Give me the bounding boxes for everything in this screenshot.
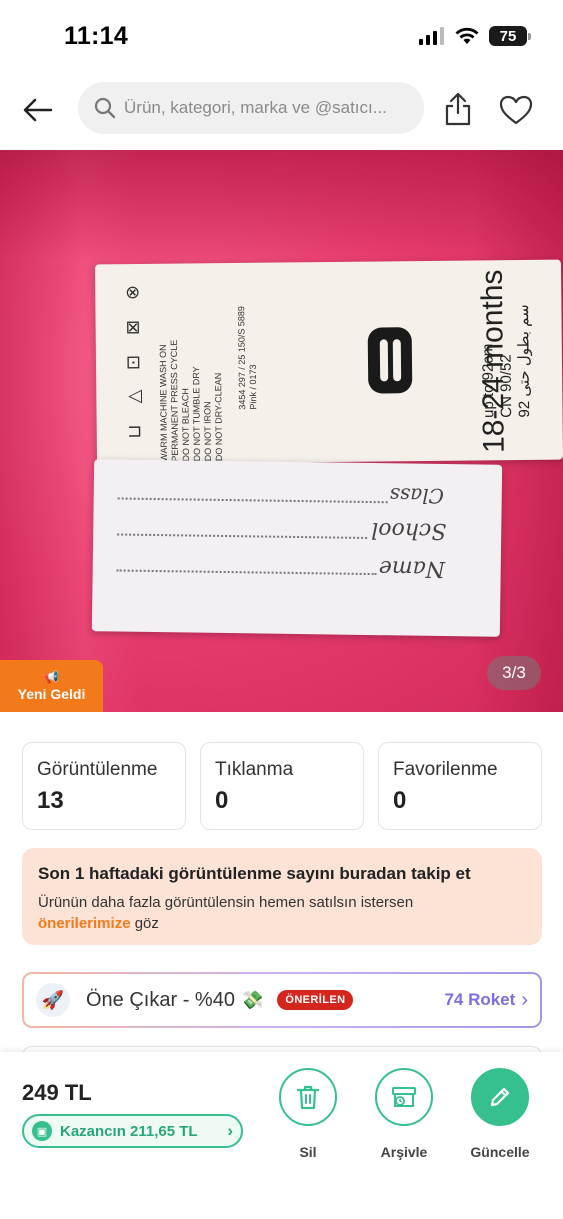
image-page-indicator: 3/3 (487, 656, 541, 690)
stat-card-favorites: Favorilenme 0 (378, 742, 542, 830)
stats-row: Görüntülenme 13 Tıklanma 0 Favorilenme 0 (22, 742, 542, 830)
promote-button[interactable]: 🚀 Öne Çıkar - %40 💸 ÖNERİLEN 74 Roket › (22, 972, 542, 1028)
update-label: Güncelle (470, 1144, 530, 1160)
name-field-label: Name (378, 555, 446, 582)
cellular-signal-icon (419, 27, 444, 45)
brand-logo (367, 327, 413, 394)
product-price: 249 TL (22, 1080, 92, 1105)
care-code: Pink / 0173 (247, 364, 259, 410)
earnings-pill[interactable]: ▣ Kazancın 211,65 TL › (22, 1114, 243, 1148)
chevron-right-icon: › (227, 1121, 233, 1140)
promote-button-content: 🚀 Öne Çıkar - %40 💸 ÖNERİLEN 74 Roket › (24, 974, 540, 1026)
heart-icon (499, 95, 533, 125)
megaphone-icon: 📢 (44, 670, 59, 684)
favorite-button[interactable] (496, 92, 536, 128)
status-icons: 75 (419, 26, 531, 46)
arrow-left-icon (23, 98, 53, 122)
size-line: up to 92cm (479, 343, 498, 419)
status-time: 11:14 (64, 22, 129, 50)
info-title: Son 1 haftadaki görüntülenme sayını bura… (38, 864, 471, 883)
info-body-text: Ürünün daha fazla görüntülensin hemen sa… (38, 894, 414, 911)
care-label: ⊗ ⊠ ⊡ △ ⊔ WARM MACHINE WASH ON PERMANENT… (94, 259, 563, 465)
new-arrival-badge: 📢 Yeni Geldi (0, 660, 103, 712)
share-icon (445, 92, 471, 126)
archive-label: Arşivle (380, 1144, 428, 1160)
search-icon (94, 97, 116, 119)
dotted-line (116, 569, 377, 576)
wallet-icon: ▣ (32, 1121, 52, 1141)
stat-card-clicks: Tıklanma 0 (200, 742, 364, 830)
rocket-icon: 🚀 (36, 983, 70, 1017)
stat-label: Görüntülenme (37, 759, 158, 780)
class-field-label: Class (389, 483, 445, 509)
pencil-icon (490, 1087, 510, 1107)
name-label: Class School Name (91, 459, 503, 637)
share-button[interactable] (440, 90, 476, 128)
dotted-line (117, 497, 388, 504)
new-arrival-label: Yeni Geldi (17, 686, 86, 702)
product-image[interactable]: ⊗ ⊠ ⊡ △ ⊔ WARM MACHINE WASH ON PERMANENT… (0, 150, 563, 712)
info-banner: Son 1 haftadaki görüntülenme sayını bura… (22, 848, 542, 945)
delete-button[interactable]: Sil (268, 1068, 348, 1160)
care-code: 3454 297 / 25 150/S 5889 (236, 306, 248, 410)
update-circle (471, 1068, 529, 1126)
school-field-label: School (371, 517, 447, 544)
archive-circle (375, 1068, 433, 1126)
earnings-label: Kazancın 211,65 TL (60, 1122, 198, 1140)
bottom-action-bar: 249 TL ▣ Kazancın 211,65 TL › Sil Arşivl… (0, 1052, 563, 1219)
archive-icon (392, 1087, 416, 1107)
stat-label: Tıklanma (215, 759, 294, 780)
wifi-icon (455, 27, 479, 44)
delete-label: Sil (299, 1144, 317, 1160)
size-line: CN 90/52 (497, 354, 516, 418)
stat-label: Favorilenme (393, 759, 498, 780)
stat-value: 0 (393, 787, 407, 814)
recommendations-link[interactable]: önerilerimize (38, 915, 131, 932)
trash-icon (296, 1085, 320, 1110)
battery-indicator: 75 (489, 26, 531, 46)
dotted-line (117, 533, 368, 539)
delete-circle (279, 1068, 337, 1126)
recommended-badge: ÖNERİLEN (277, 990, 354, 1010)
stat-card-views: Görüntülenme 13 (22, 742, 186, 830)
care-line: DO NOT DRY-CLEAN (213, 372, 225, 462)
search-input[interactable] (124, 98, 404, 118)
size-line: 92 سم بطول حتى (515, 304, 534, 418)
info-body: Ürünün daha fazla görüntülensin hemen sa… (38, 892, 526, 934)
rocket-price: 74 Roket (444, 990, 516, 1009)
header (0, 82, 563, 138)
back-button[interactable] (18, 92, 58, 128)
chevron-right-icon: › (521, 988, 528, 1011)
status-bar: 11:14 75 (0, 0, 563, 74)
money-wings-icon: 💸 (240, 989, 264, 1010)
search-bar[interactable] (78, 82, 424, 134)
info-body-text: göz (134, 915, 159, 932)
archive-button[interactable]: Arşivle (364, 1068, 444, 1160)
update-button[interactable]: Güncelle (460, 1068, 540, 1160)
fabric-shading (0, 150, 563, 260)
promote-label: Öne Çıkar - %40 (86, 988, 235, 1011)
stat-value: 13 (37, 787, 64, 814)
stat-value: 0 (215, 787, 229, 814)
